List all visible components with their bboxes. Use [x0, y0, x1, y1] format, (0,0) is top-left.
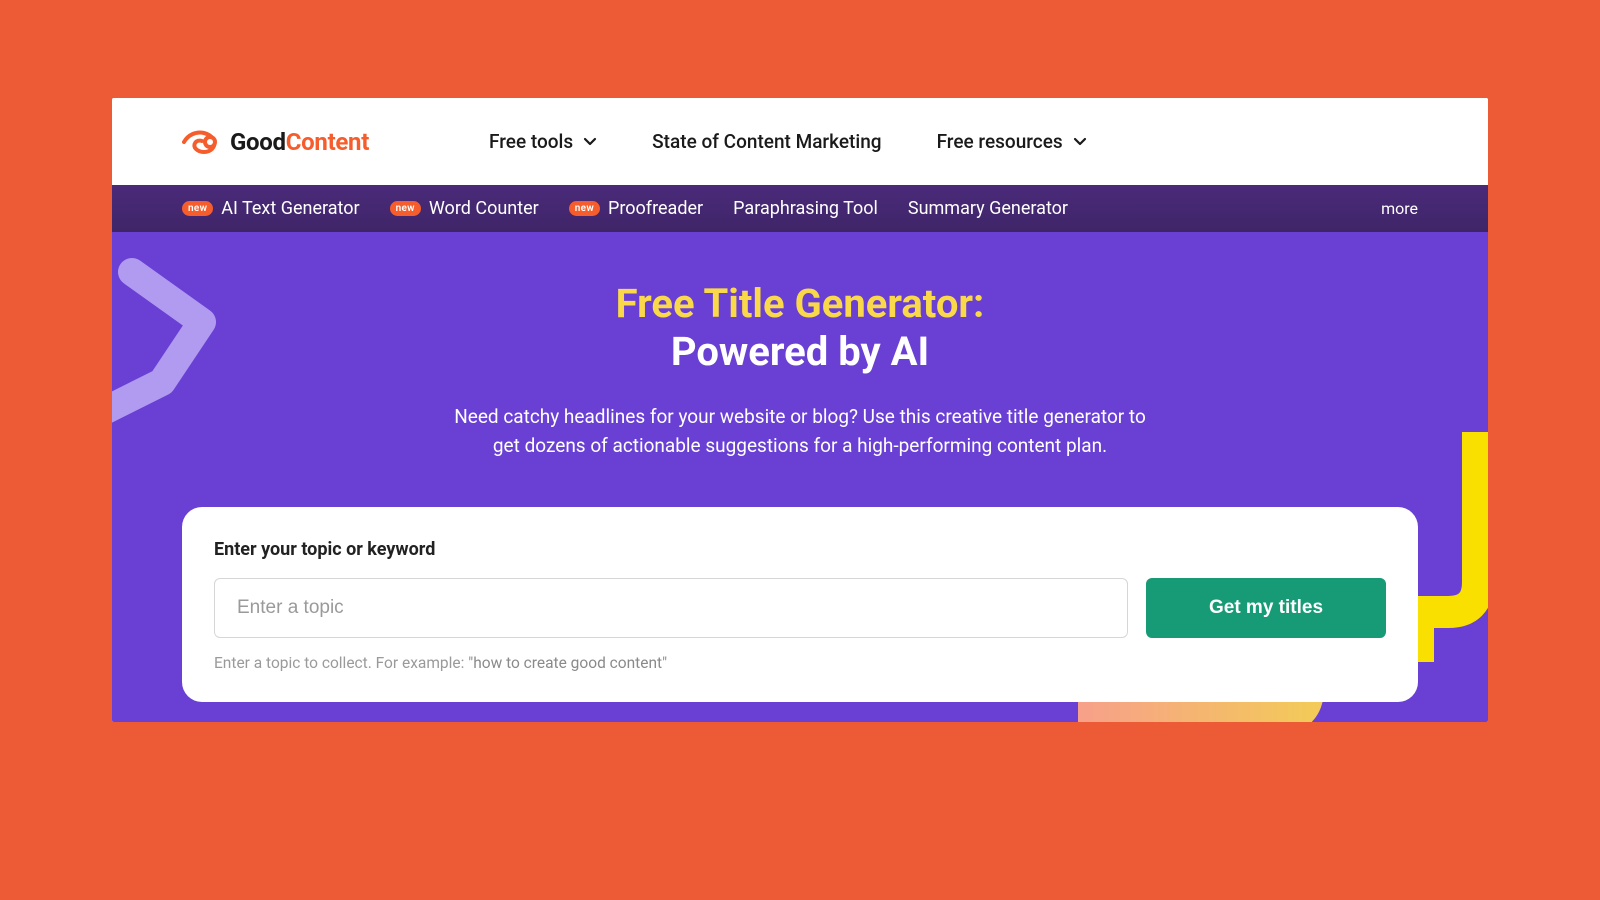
tools-subnav-left: new AI Text Generator new Word Counter n… — [182, 198, 1351, 219]
brand-text: GoodContent — [230, 128, 369, 156]
subnav-summary-generator[interactable]: Summary Generator — [908, 198, 1068, 219]
subnav-label: Proofreader — [608, 198, 703, 219]
subnav-word-counter[interactable]: new Word Counter — [390, 198, 539, 219]
subnav-proofreader[interactable]: new Proofreader — [569, 198, 703, 219]
brand-logo[interactable]: GoodContent — [182, 128, 369, 156]
hero-content: Free Title Generator: Powered by AI Need… — [112, 232, 1488, 461]
nav-label: Free tools — [489, 130, 573, 153]
nav-state-of-content-marketing[interactable]: State of Content Marketing — [652, 130, 881, 153]
subnav-label: Summary Generator — [908, 198, 1068, 219]
subnav-label: Paraphrasing Tool — [733, 198, 878, 219]
input-row: Get my titles — [214, 578, 1386, 638]
topic-hint: Enter a topic to collect. For example: "… — [214, 654, 1386, 672]
flame-icon — [182, 129, 220, 155]
subnav-label: AI Text Generator — [221, 198, 359, 219]
brand-text-good: Good — [230, 128, 286, 156]
topic-input-card: Enter your topic or keyword Get my title… — [182, 507, 1418, 702]
subnav-ai-text-generator[interactable]: new AI Text Generator — [182, 198, 360, 219]
nav-free-tools[interactable]: Free tools — [489, 130, 597, 153]
hero-description: Need catchy headlines for your website o… — [440, 402, 1160, 461]
chevron-down-icon — [1073, 137, 1087, 147]
primary-nav: Free tools State of Content Marketing Fr… — [489, 130, 1087, 153]
get-titles-button[interactable]: Get my titles — [1146, 578, 1386, 638]
topic-input-label: Enter your topic or keyword — [214, 539, 1386, 560]
subnav-label: Word Counter — [429, 198, 539, 219]
brand-text-content: Content — [286, 128, 369, 156]
hint-prefix: Enter a topic to collect. For example: — [214, 654, 468, 672]
new-badge: new — [182, 201, 213, 216]
tools-subnav: new AI Text Generator new Word Counter n… — [112, 185, 1488, 232]
decorative-squiggle-right — [1408, 432, 1488, 666]
hero-title-line1: Free Title Generator: — [112, 280, 1488, 328]
topic-input[interactable] — [214, 578, 1128, 638]
new-badge: new — [390, 201, 421, 216]
top-navbar: GoodContent Free tools State of Content … — [112, 98, 1488, 185]
hero-section: Free Title Generator: Powered by AI Need… — [112, 232, 1488, 722]
app-frame: GoodContent Free tools State of Content … — [112, 98, 1488, 722]
chevron-down-icon — [583, 137, 597, 147]
nav-free-resources[interactable]: Free resources — [937, 130, 1087, 153]
subnav-more[interactable]: more — [1381, 199, 1418, 218]
nav-label: Free resources — [937, 130, 1063, 153]
subnav-paraphrasing-tool[interactable]: Paraphrasing Tool — [733, 198, 878, 219]
new-badge: new — [569, 201, 600, 216]
hero-title-line2: Powered by AI — [112, 328, 1488, 376]
hero-title: Free Title Generator: Powered by AI — [112, 280, 1488, 376]
hint-example: "how to create good content" — [468, 654, 667, 672]
nav-label: State of Content Marketing — [652, 130, 881, 153]
